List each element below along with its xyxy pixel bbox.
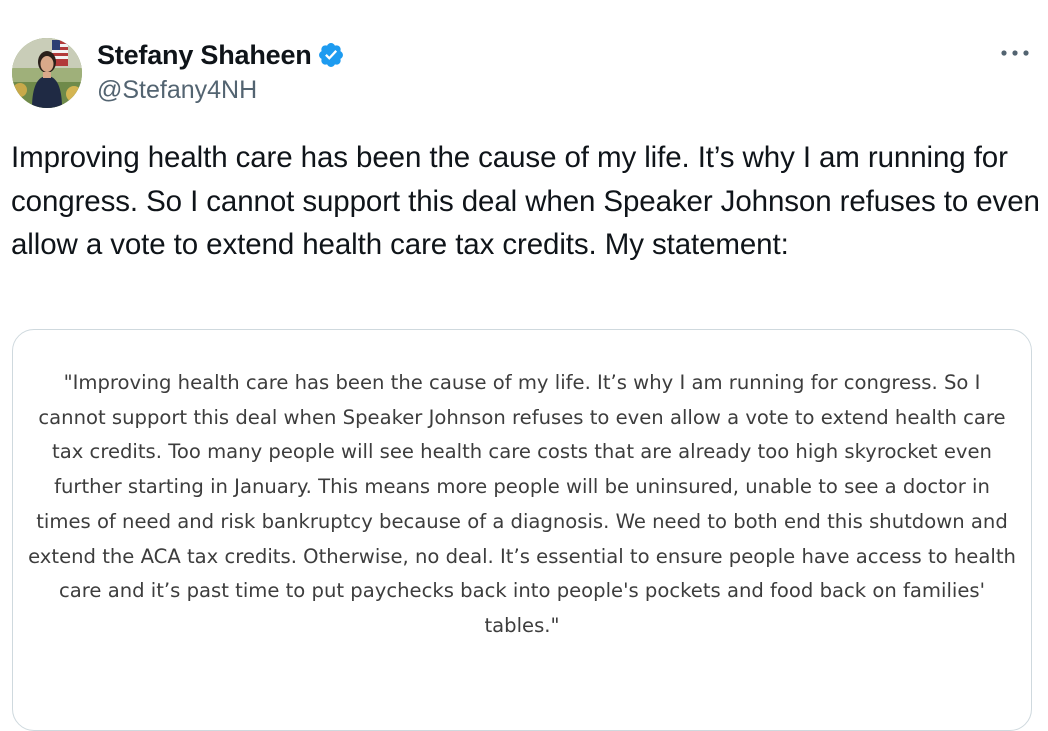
tweet-text: Improving health care has been the cause… [11, 141, 1040, 261]
avatar[interactable] [12, 38, 82, 108]
author-display-name[interactable]: Stefany Shaheen [97, 40, 312, 71]
verified-badge-icon[interactable] [317, 41, 345, 69]
author-name-row: Stefany Shaheen [97, 38, 345, 72]
more-horizontal-icon [1001, 50, 1029, 56]
tweet: Stefany Shaheen @Stefany4NH Improving he… [0, 0, 1048, 731]
statement-image-text: "Improving health care has been the caus… [28, 371, 1016, 637]
more-options-button[interactable] [992, 38, 1038, 68]
media-card[interactable]: "Improving health care has been the caus… [12, 329, 1032, 731]
author-handle[interactable]: @Stefany4NH [97, 76, 257, 105]
avatar-image [12, 38, 82, 108]
